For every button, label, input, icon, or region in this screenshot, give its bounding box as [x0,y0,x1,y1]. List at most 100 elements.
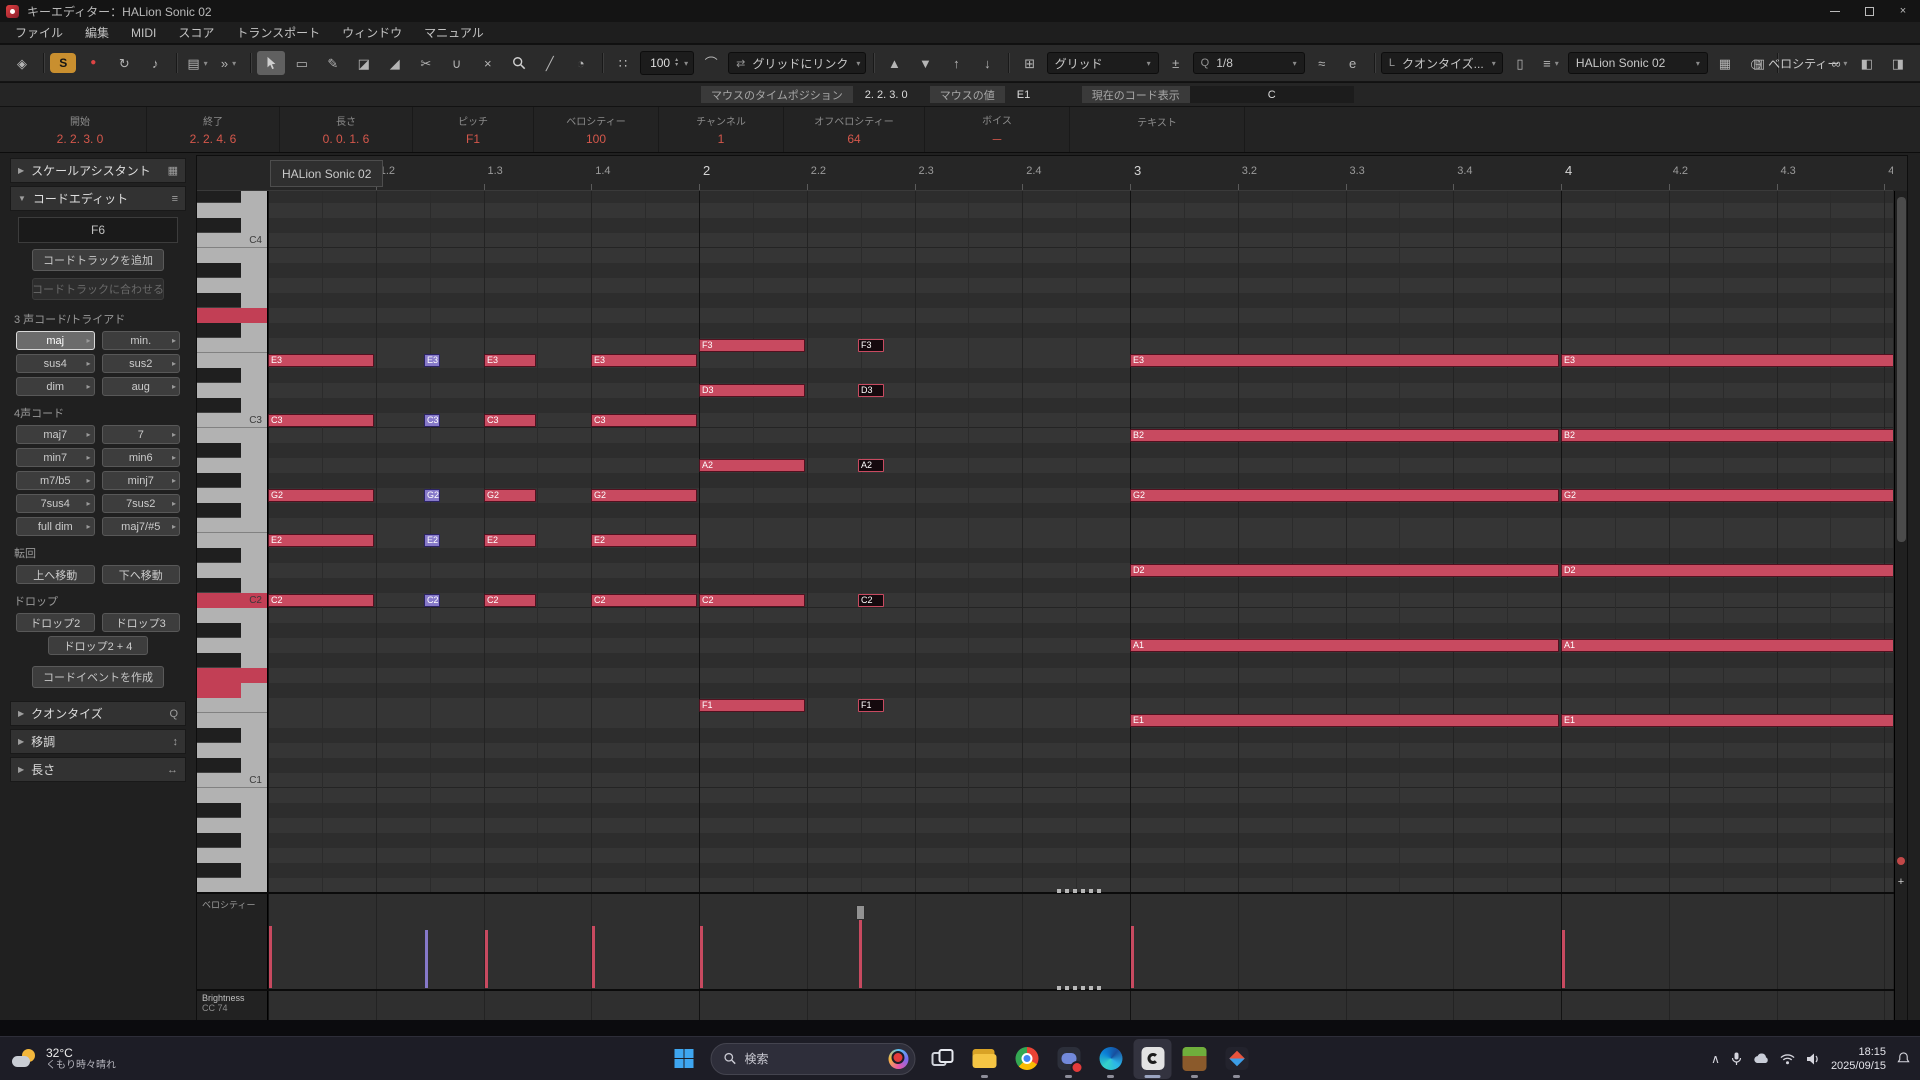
match-chord-track-button[interactable]: コードトラックに合わせる [32,278,164,300]
midi-note-b2[interactable]: B2 [1130,429,1559,442]
taskbar-clock[interactable]: 18:15 2025/09/15 [1831,1045,1886,1073]
piano-key-black[interactable] [197,368,241,383]
active-part-tag[interactable]: HALion Sonic 02 [270,160,384,187]
piano-key-black[interactable] [197,653,241,668]
chord-button-m7-b5[interactable]: m7/b5 ▸ [16,471,95,490]
midi-note-e3[interactable]: E3 [1561,354,1893,367]
acoustic-feedback-button[interactable]: ♪ [141,51,169,75]
zoom-indicator-dot[interactable] [1897,857,1905,865]
active-part-select[interactable]: HALion Sonic 02 ▾ [1567,52,1708,74]
menu-manual[interactable]: マニュアル [413,22,495,43]
taskbar-app-cubase[interactable] [1133,1038,1172,1079]
maximize-button[interactable] [1852,0,1886,22]
midi-note-d2[interactable]: D2 [1561,564,1893,577]
chord-button-min[interactable]: min. ▸ [101,331,180,350]
midi-note-e2[interactable]: E2 [591,534,697,547]
midi-note-e3[interactable]: E3 [1130,354,1559,367]
taskbar-app-minecraft[interactable] [1176,1039,1214,1079]
taskbar-app-task-view[interactable] [924,1039,962,1079]
taskbar-app-discord[interactable] [1050,1039,1088,1079]
menu-midi[interactable]: MIDI [120,22,167,43]
right-zone-toggle-button[interactable]: ◨ [1884,51,1912,75]
split-tool[interactable]: ✂ [412,51,440,75]
nudge-settings-button[interactable]: ± [1162,51,1190,75]
midi-note-b2[interactable]: B2 [1561,429,1893,442]
velocity-bar[interactable] [485,930,488,988]
velocity-bar[interactable] [1562,930,1565,988]
transpose-up-button[interactable]: ↑ [942,51,970,75]
midi-note-d3[interactable]: D3 [699,384,805,397]
grid-link-select[interactable]: ⇄ グリッドにリンク ▾ [728,52,867,74]
create-chord-event-button[interactable]: コードイベントを作成 [32,666,164,688]
piano-key-black[interactable] [197,623,241,638]
chord-button-2[interactable]: ドロップ2 [16,613,95,632]
midi-note-e2[interactable]: E2 [424,534,440,547]
midi-note-g2[interactable]: G2 [424,489,440,502]
chord-button-[interactable]: 下へ移動 [101,565,180,584]
velocity-bar[interactable] [269,926,272,988]
erase-tool[interactable]: ◪ [350,51,378,75]
midi-note-c3[interactable]: C3 [268,414,374,427]
chord-button-minj7[interactable]: minj7 ▸ [101,471,180,490]
iterative-quantize-button[interactable]: ≈ [1308,51,1336,75]
step-input-button[interactable]: ∷ [609,51,637,75]
setup-pin-button[interactable]: ◈ [8,51,36,75]
note-grid[interactable]: E3 C3 G2 E2 C2 E3 C3 G2 E2 C2 E3 C3 G2 E2 C2 E3 C3 G2 E2 C2… [268,191,1893,892]
onedrive-cloud-icon[interactable] [1753,1053,1769,1064]
move-down-button[interactable]: ▼ [911,51,939,75]
piano-key-black[interactable] [197,548,241,563]
velocity-bar[interactable] [700,926,703,988]
piano-key-black[interactable] [197,263,241,278]
taskbar-weather-widget[interactable]: 32°C くもり時々晴れ [12,1037,116,1080]
menu-transport[interactable]: トランスポート [225,22,331,43]
piano-key-black[interactable] [197,218,241,233]
scale-assistant-header[interactable]: ▶ スケールアシスタント ▦ [10,158,186,183]
chord-button-min7[interactable]: min7 ▸ [16,448,95,467]
midi-note-g2[interactable]: G2 [484,489,536,502]
insert-velocity-spinner[interactable]: 100 ▴ ▾ ▾ [640,51,695,75]
wifi-icon[interactable] [1780,1053,1795,1065]
event-colors-button[interactable]: ▥ ベロシティー ▾ [1753,51,1848,75]
notification-center-icon[interactable] [1897,1052,1910,1065]
piano-key-black[interactable] [197,803,241,818]
chord-button-7sus2[interactable]: 7sus2 ▸ [101,494,180,513]
volume-icon[interactable] [1806,1053,1820,1065]
midi-note-g2[interactable]: G2 [268,489,374,502]
chord-button-maj7[interactable]: maj7 ▸ [16,425,95,444]
midi-note-c2[interactable]: C2 [858,594,884,607]
midi-note-f3[interactable]: F3 [699,339,805,352]
piano-key-black[interactable] [197,323,241,338]
quantize-preset-select[interactable]: Q 1/8 ▾ [1192,52,1305,74]
start-button[interactable] [665,1039,703,1079]
chord-button-sus4[interactable]: sus4 ▸ [16,354,95,373]
snap-on-off-button[interactable]: ⊞ [1016,51,1044,75]
chord-button-3[interactable]: ドロップ3 [101,613,180,632]
piano-key-black[interactable] [197,191,241,203]
note-expression-button[interactable]: ▦ [1711,51,1739,75]
chord-button-min6[interactable]: min6 ▸ [101,448,180,467]
draw-tool[interactable]: ✎ [319,51,347,75]
taskbar-app-chrome[interactable] [1008,1039,1046,1079]
midi-note-e3[interactable]: E3 [424,354,440,367]
taskbar-app-launcher[interactable] [1218,1039,1256,1079]
midi-note-c3[interactable]: C3 [591,414,697,427]
chord-button-full-dim[interactable]: full dim ▸ [16,517,95,536]
lane-resize-handle[interactable] [1057,889,1101,893]
velocity-bar[interactable] [1131,926,1134,988]
trim-tool[interactable]: ◢ [381,51,409,75]
loop-zone-button[interactable]: ∞ [1822,51,1850,75]
piano-key-highlighted[interactable] [197,683,241,698]
chord-button-sus2[interactable]: sus2 ▸ [101,354,180,373]
piano-key-black[interactable] [197,728,241,743]
solo-editor-button[interactable]: S [50,53,77,73]
transpose-down-button[interactable]: ↓ [973,51,1001,75]
velocity-bar[interactable] [592,926,595,988]
timeline-ruler[interactable]: HALion Sonic 02 1.2 1.3 1.4 2 2.2 2.3 2.4 3 3.2 3… [268,156,1893,191]
microphone-icon[interactable] [1731,1052,1742,1066]
midi-note-c2[interactable]: C2 [591,594,697,607]
chord-button-7[interactable]: 7 ▸ [101,425,180,444]
chord-button-[interactable]: 上へ移動 [16,565,95,584]
piano-key-black[interactable] [197,293,241,308]
midi-note-e3[interactable]: E3 [268,354,374,367]
midi-note-d3[interactable]: D3 [858,384,884,397]
